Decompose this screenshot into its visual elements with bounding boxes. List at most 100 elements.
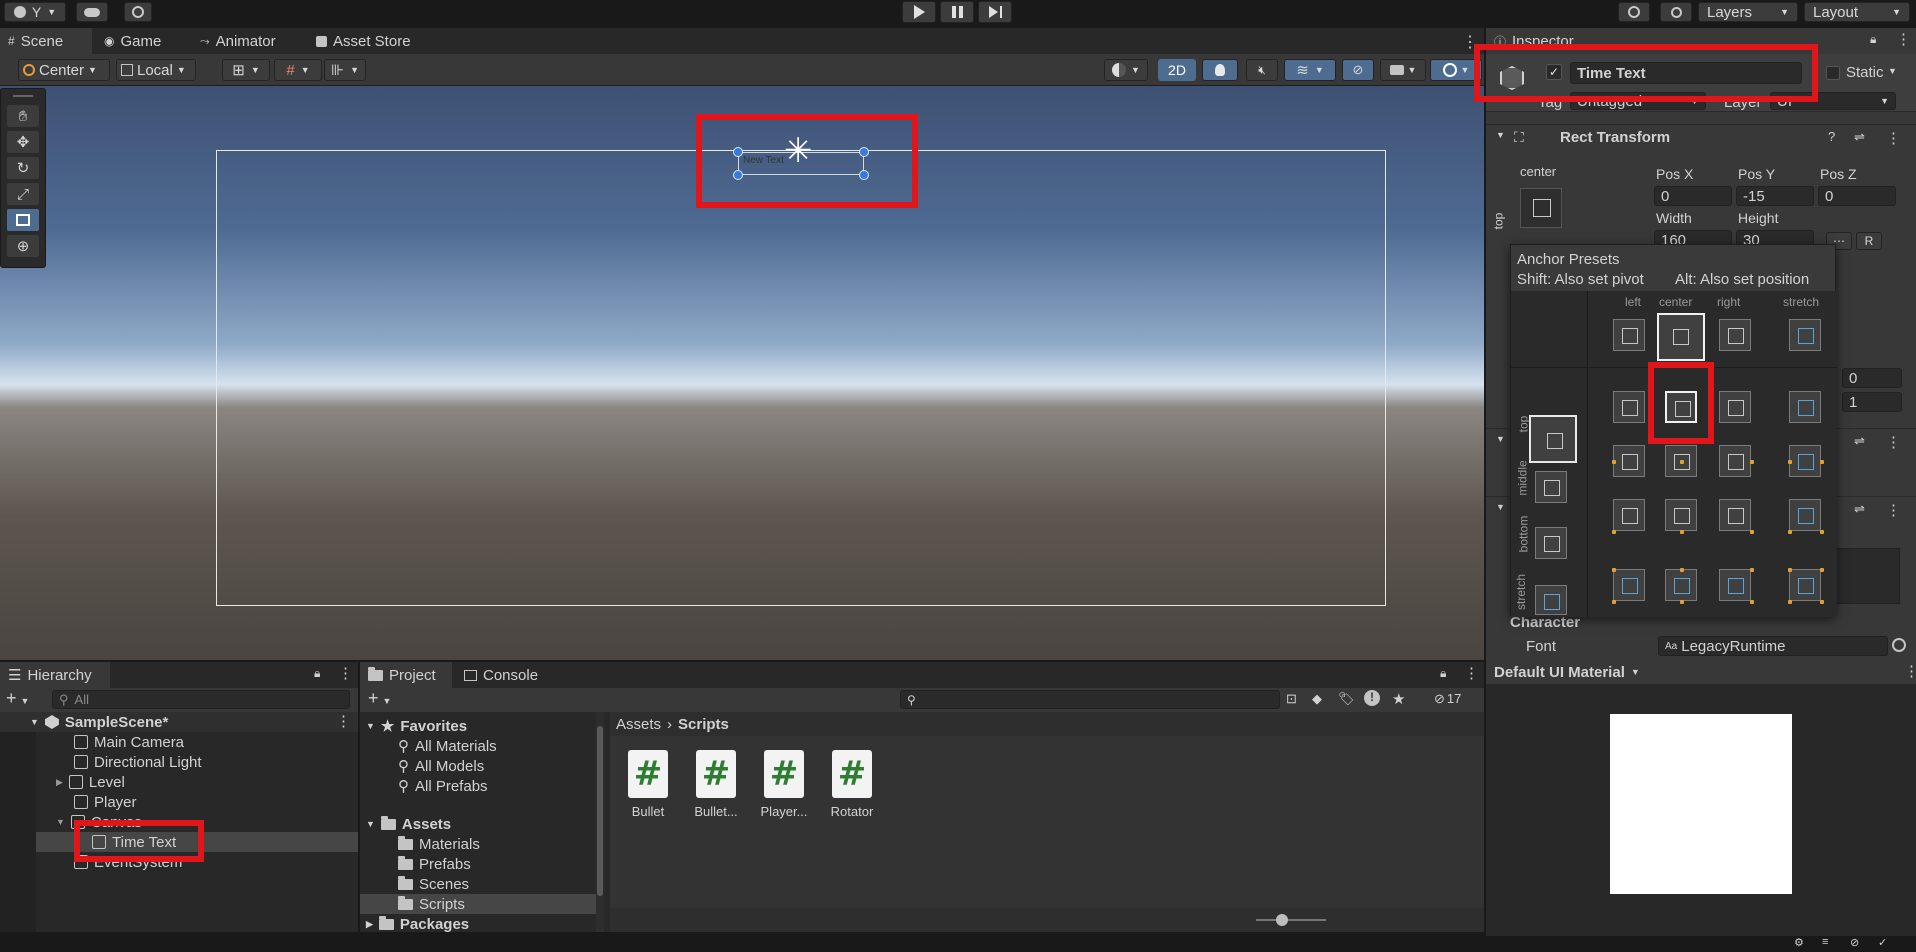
active-checkbox[interactable]: ✓: [1546, 64, 1562, 80]
lighting-button[interactable]: [1202, 59, 1238, 81]
list-item[interactable]: ▶ Level: [56, 772, 125, 792]
effects-button[interactable]: ≋ ▼: [1284, 59, 1336, 81]
preset-cell[interactable]: [1719, 499, 1754, 534]
preset-cell[interactable]: [1719, 568, 1754, 604]
draw-mode-button[interactable]: ▼: [1104, 59, 1148, 81]
more-icon[interactable]: ⋮: [1896, 30, 1911, 48]
help-icon[interactable]: ?: [1828, 129, 1835, 144]
list-item[interactable]: Prefabs: [398, 854, 471, 874]
tab-inspector[interactable]: ⓘ Inspector: [1486, 28, 1596, 54]
list-item[interactable]: ⚲ All Prefabs: [398, 776, 488, 796]
more-icon[interactable]: ⋮: [1462, 32, 1478, 52]
more-icon[interactable]: ⋮: [1464, 664, 1479, 682]
search-button[interactable]: [1660, 2, 1692, 22]
favorites-header[interactable]: ▼ ★ Favorites: [366, 716, 467, 736]
move-tool-icon[interactable]: ✥: [7, 131, 39, 153]
preset-cell[interactable]: [1719, 445, 1754, 477]
preset-cell[interactable]: [1612, 445, 1645, 477]
text-area[interactable]: [1830, 548, 1900, 604]
pos-y-field[interactable]: -15: [1736, 186, 1814, 206]
preset-cell[interactable]: [1788, 568, 1824, 604]
object-picker-icon[interactable]: [1892, 638, 1906, 652]
handle-tr[interactable]: [859, 147, 869, 157]
more-icon[interactable]: ⋮: [1886, 433, 1901, 451]
anchor-preset-button[interactable]: [1520, 188, 1562, 228]
list-item[interactable]: Directional Light: [74, 752, 202, 772]
handle-tl[interactable]: [733, 147, 743, 157]
step-button[interactable]: [978, 1, 1012, 23]
pivot-dropdown[interactable]: Center ▼: [18, 59, 110, 81]
warning-icon[interactable]: !: [1364, 690, 1380, 706]
lock-icon[interactable]: 🔒︎: [1870, 32, 1876, 47]
tab-asset-store[interactable]: Asset Store: [308, 28, 419, 54]
camera-button[interactable]: ▼: [1380, 59, 1426, 81]
grid-visibility-button[interactable]: # ▼: [274, 59, 322, 81]
assets-folder[interactable]: ▼ Assets: [366, 814, 451, 834]
more-icon[interactable]: ⋮: [338, 664, 353, 682]
account-button[interactable]: Y ▼: [4, 2, 66, 22]
file-item[interactable]: # Rotator: [828, 750, 876, 820]
preset-cell[interactable]: [1665, 391, 1697, 423]
search-by-type-icon[interactable]: ⊡: [1286, 691, 1297, 707]
hierarchy-search-input[interactable]: ⚲ All: [52, 690, 350, 709]
material-preview-header[interactable]: Default UI Material ▼ ⋮: [1486, 660, 1916, 684]
preset-cell[interactable]: [1788, 445, 1824, 477]
tag-dropdown[interactable]: Untagged ▼: [1570, 92, 1706, 110]
add-button[interactable]: + ▼: [6, 688, 29, 709]
preset-cell[interactable]: [1719, 319, 1751, 351]
layer-dropdown[interactable]: UI ▼: [1770, 92, 1896, 110]
tab-animator[interactable]: ⤳ Animator: [192, 28, 284, 54]
list-item[interactable]: ⚲ All Materials: [398, 736, 497, 756]
hidden-packages-button[interactable]: ⊘ 17: [1434, 691, 1461, 707]
file-item[interactable]: # Bullet...: [692, 750, 740, 820]
static-toggle[interactable]: Static: [1826, 64, 1884, 81]
pause-button[interactable]: [940, 1, 974, 23]
preset-cell[interactable]: [1613, 391, 1645, 423]
tab-game[interactable]: ◉ Game: [96, 28, 169, 54]
hidden-objects-button[interactable]: ⊘: [1342, 59, 1374, 81]
more-icon[interactable]: ⋮: [1886, 129, 1901, 147]
packages-folder[interactable]: ▶ Packages: [366, 914, 469, 934]
preset-cell[interactable]: [1719, 391, 1751, 423]
cloud-button[interactable]: [76, 2, 108, 22]
settings-icon[interactable]: ⇌: [1854, 129, 1865, 145]
rect-tool-icon[interactable]: [7, 209, 39, 231]
preset-cell[interactable]: [1788, 499, 1824, 534]
increment-snap-button[interactable]: ⊪ ▼: [324, 59, 366, 81]
services-button[interactable]: [124, 2, 152, 22]
settings-icon[interactable]: ⇌: [1854, 433, 1865, 449]
tab-scene[interactable]: # Scene: [0, 28, 92, 54]
check-icon[interactable]: ✓: [1878, 936, 1887, 949]
lock-icon[interactable]: 🔒︎: [1440, 666, 1446, 681]
collapse-icon[interactable]: ▼: [56, 817, 65, 827]
space-dropdown[interactable]: Local ▼: [116, 59, 196, 81]
pos-z-field[interactable]: 0: [1818, 186, 1896, 206]
create-button[interactable]: + ▼: [368, 688, 391, 709]
hand-tool-icon[interactable]: ✋︎: [7, 105, 39, 127]
preset-cell[interactable]: [1665, 568, 1697, 604]
list-item[interactable]: Materials: [398, 834, 480, 854]
more-icon[interactable]: ⋮: [1904, 662, 1916, 680]
list-item[interactable]: ▼ Canvas: [56, 812, 142, 832]
icon-size-slider[interactable]: [1256, 914, 1326, 926]
list-item[interactable]: Player: [74, 792, 137, 812]
preset-cell[interactable]: [1613, 319, 1645, 351]
file-item[interactable]: # Bullet: [624, 750, 672, 820]
preset-cell[interactable]: [1665, 499, 1697, 534]
toggle-2d-button[interactable]: 2D: [1158, 59, 1196, 81]
list-item[interactable]: EventSystem: [74, 852, 182, 872]
pos-x-field[interactable]: 0: [1654, 186, 1732, 206]
preset-cell[interactable]: [1657, 313, 1705, 361]
scrollbar[interactable]: [596, 712, 604, 932]
more-icon[interactable]: ⋮: [1886, 501, 1901, 519]
object-name-field[interactable]: Time Text: [1570, 62, 1802, 84]
cache-icon[interactable]: ≡: [1822, 936, 1828, 948]
project-search-input[interactable]: ⚲: [900, 690, 1280, 709]
list-item[interactable]: ⚲ All Models: [398, 756, 484, 776]
tab-console[interactable]: Console: [456, 662, 546, 688]
preset-cell[interactable]: [1535, 585, 1567, 615]
list-item[interactable]: Scenes: [398, 874, 469, 894]
audio-button[interactable]: 🔇︎: [1246, 59, 1278, 81]
grid-snap-button[interactable]: ⊞ ▼: [222, 59, 270, 81]
favorite-star-icon[interactable]: ★: [1392, 690, 1405, 708]
